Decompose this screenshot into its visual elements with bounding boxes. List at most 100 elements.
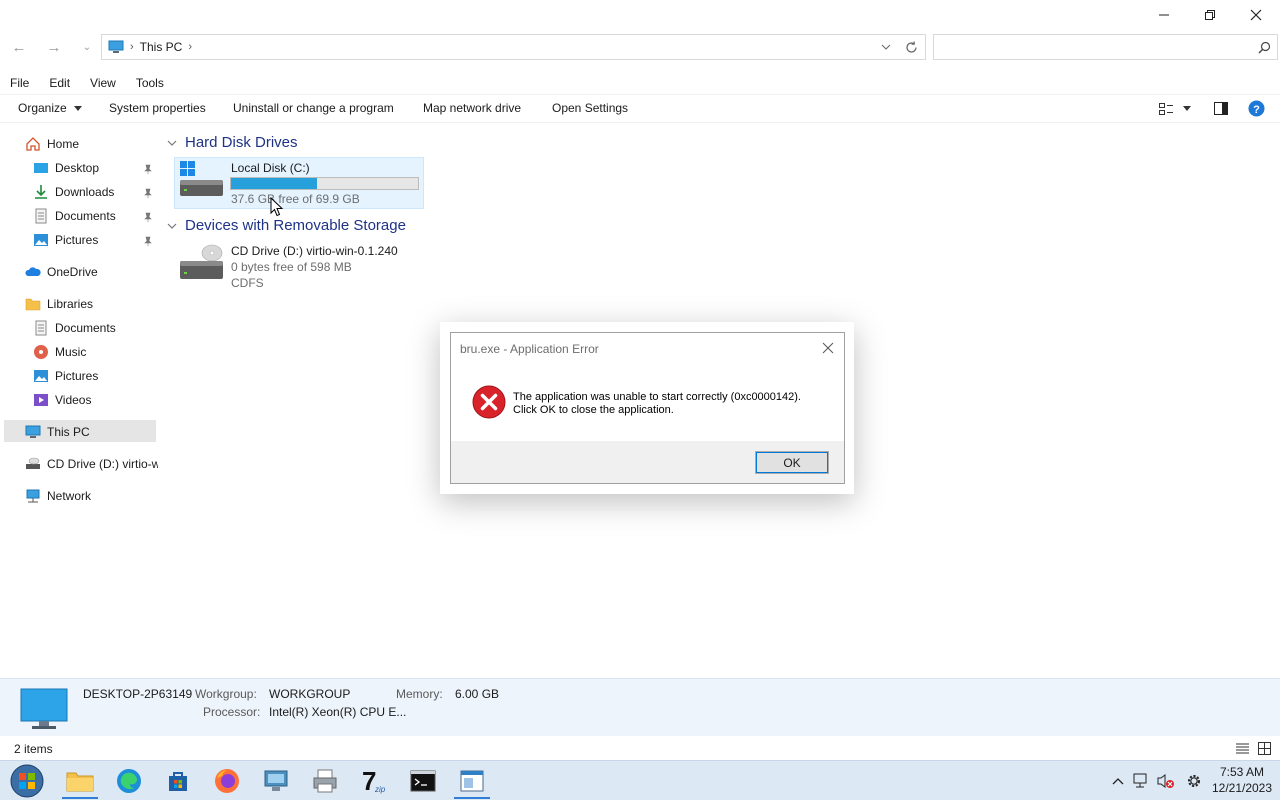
clock-time: 7:53 AM bbox=[1219, 765, 1265, 779]
nav-label: CD Drive (D:) virtio-w bbox=[47, 457, 158, 471]
taskbar-file-explorer[interactable] bbox=[58, 763, 102, 799]
dialog-close-button[interactable] bbox=[820, 340, 836, 356]
minimize-button[interactable] bbox=[1141, 0, 1187, 30]
restore-button[interactable] bbox=[1187, 0, 1233, 30]
application-error-dialog: bru.exe - Application Error The applicat… bbox=[450, 332, 845, 484]
dialog-body: The application was unable to start corr… bbox=[451, 363, 844, 441]
nav-item-library-documents[interactable]: Documents bbox=[33, 317, 116, 339]
dialog-titlebar: bru.exe - Application Error bbox=[451, 333, 844, 363]
cd-drive-name: CD Drive (D:) virtio-win-0.1.240 bbox=[231, 244, 398, 258]
taskbar-firefox[interactable] bbox=[205, 763, 249, 799]
local-disk-free-space: 37.6 GB free of 69.9 GB bbox=[231, 192, 360, 206]
clock-date: 12/21/2023 bbox=[1211, 781, 1273, 795]
close-window-button[interactable] bbox=[1233, 0, 1279, 30]
restore-icon bbox=[1205, 10, 1215, 20]
nav-item-this-pc[interactable]: This PC bbox=[25, 421, 90, 443]
menu-tools[interactable]: Tools bbox=[136, 72, 164, 94]
terminal-icon bbox=[410, 770, 436, 792]
settings-tray-button[interactable] bbox=[1184, 771, 1204, 791]
nav-item-pictures[interactable]: Pictures bbox=[33, 229, 98, 251]
volume-muted-icon bbox=[1157, 774, 1174, 788]
taskbar-edge[interactable] bbox=[107, 763, 151, 799]
start-orb-icon bbox=[10, 764, 44, 798]
nav-item-home[interactable]: Home bbox=[25, 133, 79, 155]
window-titlebar bbox=[0, 0, 1280, 30]
chevron-down-icon bbox=[167, 223, 177, 229]
nav-item-documents[interactable]: Documents bbox=[33, 205, 116, 227]
taskbar-remote-desktop[interactable] bbox=[254, 763, 298, 799]
details-view-icon[interactable] bbox=[1236, 743, 1249, 754]
nav-item-network[interactable]: Network bbox=[25, 485, 91, 507]
refresh-icon[interactable] bbox=[905, 41, 918, 54]
forward-arrow-icon: → bbox=[46, 38, 62, 56]
local-disk-name: Local Disk (C:) bbox=[231, 161, 310, 175]
nav-item-music[interactable]: Music bbox=[33, 341, 86, 363]
dialog-message-line: Click OK to close the application. bbox=[513, 404, 674, 416]
close-icon bbox=[1250, 9, 1262, 21]
nav-item-videos[interactable]: Videos bbox=[33, 389, 91, 411]
taskbar-clock[interactable]: 7:53 AM 12/21/2023 bbox=[1208, 764, 1276, 796]
nav-label: Network bbox=[47, 489, 92, 503]
view-dropdown-icon[interactable] bbox=[1183, 106, 1191, 111]
uninstall-program-button[interactable]: Uninstall or change a program bbox=[233, 101, 394, 115]
forward-button[interactable]: → bbox=[42, 37, 66, 57]
network-wired-icon bbox=[1133, 773, 1147, 788]
remote-desktop-icon bbox=[264, 770, 288, 791]
breadcrumb-this-pc[interactable]: This PC bbox=[140, 40, 183, 54]
group-header-hard-disk-drives[interactable]: Hard Disk Drives bbox=[167, 134, 298, 151]
organize-button[interactable]: Organize bbox=[18, 101, 83, 115]
nav-item-cd-drive[interactable]: CD Drive (D:) virtio-w bbox=[25, 453, 158, 475]
start-button[interactable] bbox=[4, 763, 50, 799]
nav-item-downloads[interactable]: Downloads bbox=[33, 181, 114, 203]
map-network-drive-button[interactable]: Map network drive bbox=[423, 101, 521, 115]
taskbar-terminal[interactable] bbox=[401, 763, 445, 799]
system-properties-button[interactable]: System properties bbox=[109, 101, 206, 115]
command-bar: Organize System properties Uninstall or … bbox=[0, 94, 1280, 123]
large-icons-view-icon[interactable] bbox=[1258, 742, 1271, 755]
taskbar-store[interactable] bbox=[156, 763, 200, 799]
pin-icon bbox=[144, 188, 152, 198]
volume-tray-button[interactable] bbox=[1156, 771, 1176, 791]
back-button[interactable]: ← bbox=[7, 37, 31, 57]
printer-icon bbox=[313, 769, 337, 793]
nav-item-libraries[interactable]: Libraries bbox=[25, 293, 93, 315]
network-tray-button[interactable] bbox=[1132, 771, 1152, 791]
taskbar-window-app[interactable] bbox=[450, 763, 494, 799]
nav-label: This PC bbox=[47, 425, 90, 439]
show-hidden-icons-button[interactable] bbox=[1108, 771, 1128, 791]
open-settings-button[interactable]: Open Settings bbox=[552, 101, 628, 115]
dialog-title: bru.exe - Application Error bbox=[460, 342, 599, 356]
status-bar: 2 items bbox=[0, 737, 1280, 760]
computer-monitor-icon bbox=[20, 688, 68, 729]
nav-item-library-pictures[interactable]: Pictures bbox=[33, 365, 98, 387]
taskbar-printer-app[interactable] bbox=[303, 763, 347, 799]
menu-view[interactable]: View bbox=[90, 72, 116, 94]
processor-value: Intel(R) Xeon(R) CPU E... bbox=[269, 705, 407, 719]
taskbar: 7 zip 7:53 AM 12/21/2023 bbox=[0, 760, 1280, 800]
cd-drive-filesystem: CDFS bbox=[231, 276, 264, 290]
nav-label: Documents bbox=[55, 321, 116, 335]
document-icon bbox=[35, 320, 47, 336]
file-explorer-icon bbox=[66, 772, 94, 792]
ok-button[interactable]: OK bbox=[755, 451, 829, 474]
processor-label: Processor: bbox=[203, 705, 261, 719]
nav-item-desktop[interactable]: Desktop bbox=[33, 157, 99, 179]
pin-icon bbox=[144, 212, 152, 222]
address-bar[interactable]: › This PC › bbox=[101, 34, 926, 60]
menu-file[interactable]: File bbox=[10, 72, 29, 94]
address-dropdown-icon[interactable] bbox=[881, 44, 891, 51]
taskbar-7zip[interactable]: 7 zip bbox=[352, 763, 396, 799]
help-icon[interactable]: ? bbox=[1248, 100, 1265, 117]
caret-down-icon bbox=[74, 106, 83, 112]
view-options-icon[interactable] bbox=[1159, 103, 1173, 115]
menu-bar: File Edit View Tools bbox=[0, 72, 1280, 94]
menu-edit[interactable]: Edit bbox=[49, 72, 70, 94]
recent-locations-button[interactable]: ⌄ bbox=[75, 37, 99, 57]
group-header-removable-storage[interactable]: Devices with Removable Storage bbox=[167, 217, 406, 234]
cd-drive-icon bbox=[26, 457, 40, 469]
preview-pane-icon[interactable] bbox=[1214, 102, 1228, 115]
firefox-icon bbox=[215, 769, 239, 793]
search-input[interactable] bbox=[933, 34, 1278, 60]
nav-item-onedrive[interactable]: OneDrive bbox=[25, 261, 98, 283]
workgroup-label: Workgroup: bbox=[195, 687, 257, 701]
